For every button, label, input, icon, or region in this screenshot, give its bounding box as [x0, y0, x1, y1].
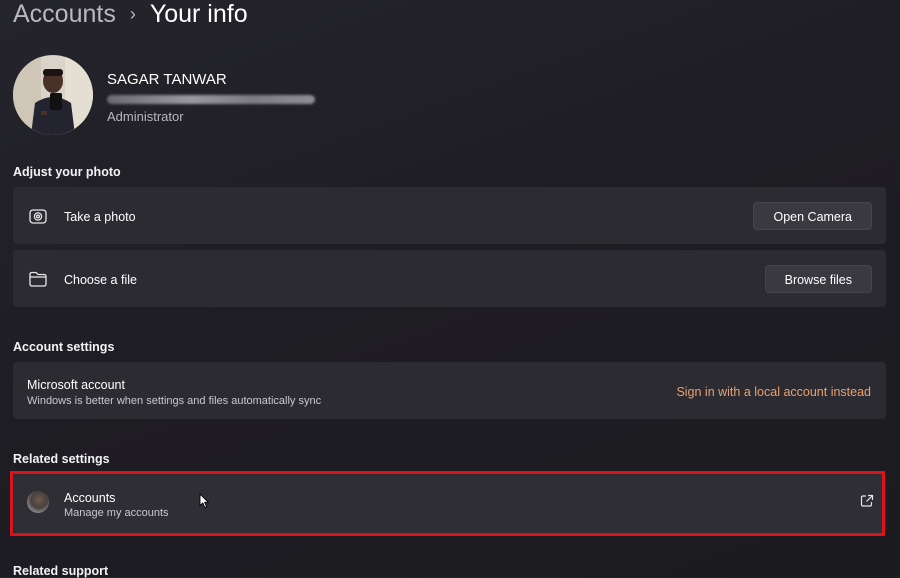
- microsoft-account-row: Microsoft account Windows is better when…: [13, 362, 886, 419]
- avatar: [13, 55, 93, 135]
- local-account-link[interactable]: Sign in with a local account instead: [676, 385, 871, 399]
- browse-files-button[interactable]: Browse files: [764, 265, 872, 293]
- redacted-email: [107, 95, 315, 104]
- camera-icon: [28, 207, 48, 227]
- page-title: Your info: [149, 0, 248, 28]
- highlight-annotation: [10, 471, 885, 536]
- user-role: Administrator: [107, 109, 184, 124]
- user-name: SAGAR TANWAR: [107, 71, 227, 88]
- take-photo-label: Take a photo: [64, 210, 136, 224]
- profile-header: SAGAR TANWAR Administrator: [13, 55, 333, 137]
- microsoft-account-description: Windows is better when settings and file…: [27, 395, 322, 407]
- folder-icon: [28, 269, 48, 289]
- mouse-cursor-icon: [199, 493, 210, 509]
- choose-file-label: Choose a file: [64, 273, 137, 287]
- breadcrumb-separator-icon: ›: [129, 4, 136, 24]
- breadcrumb: Accounts › Your info: [13, 0, 248, 30]
- choose-file-row: Choose a file Browse files: [13, 250, 886, 307]
- related-support-heading: Related support: [13, 564, 109, 578]
- take-photo-row: Take a photo Open Camera: [13, 187, 886, 244]
- microsoft-account-label: Microsoft account: [27, 378, 125, 392]
- open-camera-button[interactable]: Open Camera: [753, 202, 872, 230]
- related-settings-heading: Related settings: [13, 452, 110, 466]
- adjust-photo-heading: Adjust your photo: [13, 165, 121, 179]
- breadcrumb-accounts-link[interactable]: Accounts: [13, 0, 116, 30]
- account-settings-heading: Account settings: [13, 340, 115, 354]
